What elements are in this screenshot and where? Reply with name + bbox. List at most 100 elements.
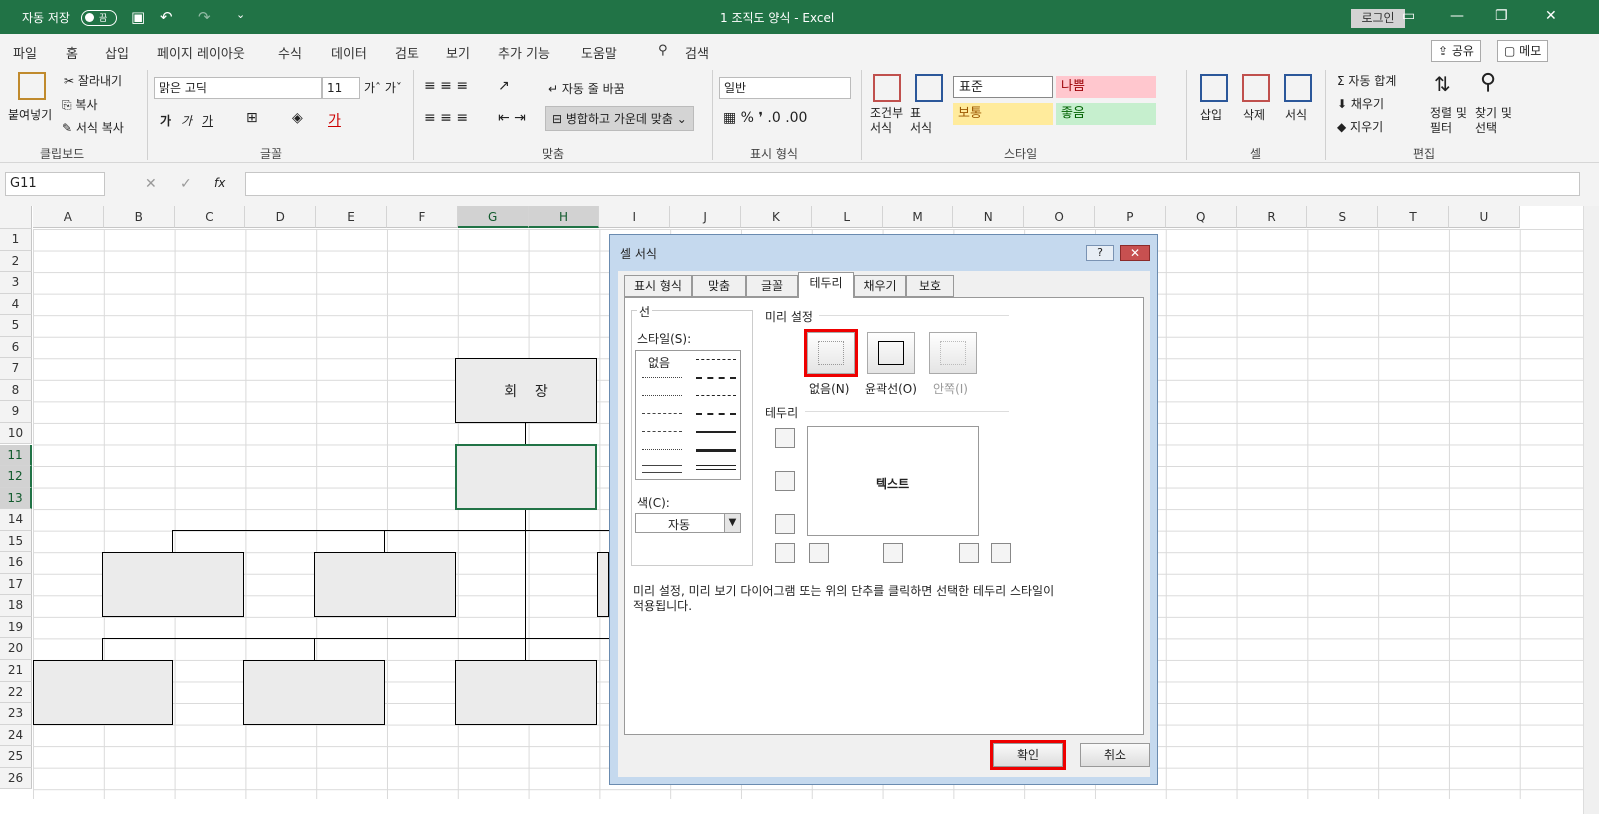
border-left-button[interactable] [809, 543, 829, 563]
line-style-option[interactable] [696, 465, 736, 470]
autosum-button[interactable]: Σ 자동 합계 [1337, 72, 1396, 89]
style-bad[interactable]: 나쁨 [1056, 76, 1156, 98]
tab-data[interactable]: 데이터 [331, 43, 367, 62]
org-box[interactable] [314, 552, 456, 617]
redo-icon[interactable]: ↷ [198, 8, 211, 26]
style-neutral[interactable]: 보통 [953, 103, 1053, 125]
tab-review[interactable]: 검토 [395, 43, 419, 62]
preset-none-button[interactable] [804, 329, 858, 377]
tab-file[interactable]: 파일 [13, 43, 37, 62]
line-style-option[interactable] [642, 377, 682, 378]
underline-button[interactable]: 가 [202, 112, 213, 129]
cancel-button[interactable]: 취소 [1080, 743, 1150, 767]
format-cells-label[interactable]: 서식 [1285, 106, 1307, 123]
close-window-icon[interactable]: ✕ [1545, 8, 1557, 24]
enter-formula-icon[interactable]: ✓ [180, 176, 192, 192]
undo-icon[interactable]: ↶ [160, 8, 173, 26]
insert-function-icon[interactable]: fx [214, 176, 225, 190]
column-header-d[interactable]: D [245, 206, 317, 228]
line-style-option[interactable] [642, 431, 682, 432]
row-header-21[interactable]: 21 [0, 660, 32, 682]
tab-help[interactable]: 도움말 [581, 43, 617, 62]
font-name-select[interactable]: 맑은 고딕 [154, 77, 322, 99]
row-header-17[interactable]: 17 [0, 573, 32, 596]
delete-cells-icon[interactable] [1242, 74, 1270, 102]
row-header-4[interactable]: 4 [0, 293, 32, 316]
number-format-select[interactable]: 일반 [719, 77, 851, 99]
accounting-icon[interactable]: ▦ % ❜ .0 .00 [723, 110, 807, 126]
italic-button[interactable]: 가 [181, 112, 192, 129]
search-icon[interactable]: ⚲ [658, 43, 668, 58]
tab-page-layout[interactable]: 페이지 레이아웃 [157, 43, 245, 62]
row-header-10[interactable]: 10 [0, 422, 32, 445]
paste-icon[interactable] [18, 72, 46, 100]
column-header-f[interactable]: F [387, 206, 458, 228]
align-left-icon[interactable]: ≡ ≡ ≡ [424, 110, 468, 126]
row-header-5[interactable]: 5 [0, 315, 32, 337]
align-top-icon[interactable]: ≡ ≡ ≡ [424, 78, 468, 94]
sort-filter-icon[interactable]: ⇅ [1434, 72, 1451, 96]
row-header-19[interactable]: 19 [0, 616, 32, 639]
minimize-icon[interactable]: — [1450, 8, 1464, 24]
row-header-1[interactable]: 1 [0, 229, 32, 251]
tab-search[interactable]: 검색 [685, 43, 709, 62]
paste-label[interactable]: 붙여넣기 [8, 106, 52, 123]
border-top-button[interactable] [775, 428, 795, 448]
line-style-option[interactable] [642, 465, 682, 473]
line-style-option[interactable] [696, 449, 736, 452]
column-header-i[interactable]: I [599, 206, 671, 228]
format-table-icon[interactable] [915, 74, 943, 102]
tab-font[interactable]: 글꼴 [746, 275, 798, 297]
border-inside-horizontal-button[interactable] [775, 471, 795, 491]
tab-alignment[interactable]: 맞춤 [692, 275, 746, 297]
column-header-j[interactable]: J [670, 206, 741, 228]
org-box-chairman[interactable]: 회 장 [455, 358, 597, 423]
font-color-icon[interactable]: 가 [328, 110, 341, 130]
row-header-20[interactable]: 20 [0, 638, 32, 660]
style-normal[interactable]: 표준 [953, 76, 1053, 98]
tab-protection[interactable]: 보호 [906, 275, 954, 297]
tab-number-format[interactable]: 표시 형식 [624, 275, 692, 297]
format-painter-button[interactable]: ✎ 서식 복사 [62, 119, 124, 136]
column-header-e[interactable]: E [316, 206, 387, 228]
row-header-14[interactable]: 14 [0, 509, 32, 531]
tab-insert[interactable]: 삽입 [105, 43, 129, 62]
preset-inside-button[interactable] [929, 332, 977, 374]
column-header-h[interactable]: H [528, 206, 600, 228]
dropdown-arrow-icon[interactable]: ▼ [724, 514, 740, 532]
line-style-option[interactable] [696, 431, 736, 433]
delete-cells-label[interactable]: 삭제 [1243, 106, 1265, 123]
ribbon-display-icon[interactable]: ▭ [1402, 8, 1415, 24]
merge-center-button[interactable]: ⊟ 병합하고 가운데 맞춤 ⌄ [545, 106, 694, 131]
border-diagonal-down-button[interactable] [991, 543, 1011, 563]
row-header-15[interactable]: 15 [0, 530, 32, 553]
line-style-option[interactable] [642, 395, 682, 396]
format-cells-icon[interactable] [1284, 74, 1312, 102]
format-table-label[interactable]: 표 서식 [910, 106, 932, 136]
find-select-label[interactable]: 찾기 및 선택 [1475, 106, 1512, 136]
org-box[interactable] [597, 552, 609, 617]
row-header-2[interactable]: 2 [0, 250, 32, 273]
row-header-22[interactable]: 22 [0, 681, 32, 704]
color-select[interactable]: 자동 ▼ [635, 513, 741, 533]
tab-formulas[interactable]: 수식 [278, 43, 302, 62]
row-header-25[interactable]: 25 [0, 746, 32, 768]
line-style-list[interactable]: 없음 [635, 350, 741, 480]
tab-addins[interactable]: 추가 기능 [498, 43, 550, 62]
row-header-13[interactable]: 13 [0, 487, 32, 510]
sort-filter-label[interactable]: 정렬 및 필터 [1430, 106, 1467, 136]
line-style-option[interactable] [696, 359, 736, 360]
column-header-b[interactable]: B [103, 206, 175, 228]
column-header-k[interactable]: K [741, 206, 812, 228]
column-header-g[interactable]: G [457, 206, 529, 228]
column-header-o[interactable]: O [1024, 206, 1095, 228]
org-box-selected[interactable] [455, 444, 597, 510]
memo-button[interactable]: ▢ 메모 [1497, 40, 1549, 62]
row-header-18[interactable]: 18 [0, 595, 32, 617]
tab-fill[interactable]: 채우기 [854, 275, 906, 297]
close-dialog-button[interactable]: ✕ [1120, 245, 1150, 261]
login-button[interactable]: 로그인 [1351, 9, 1405, 28]
row-header-12[interactable]: 12 [0, 466, 32, 488]
conditional-format-icon[interactable] [873, 74, 901, 102]
column-header-r[interactable]: R [1236, 206, 1308, 228]
